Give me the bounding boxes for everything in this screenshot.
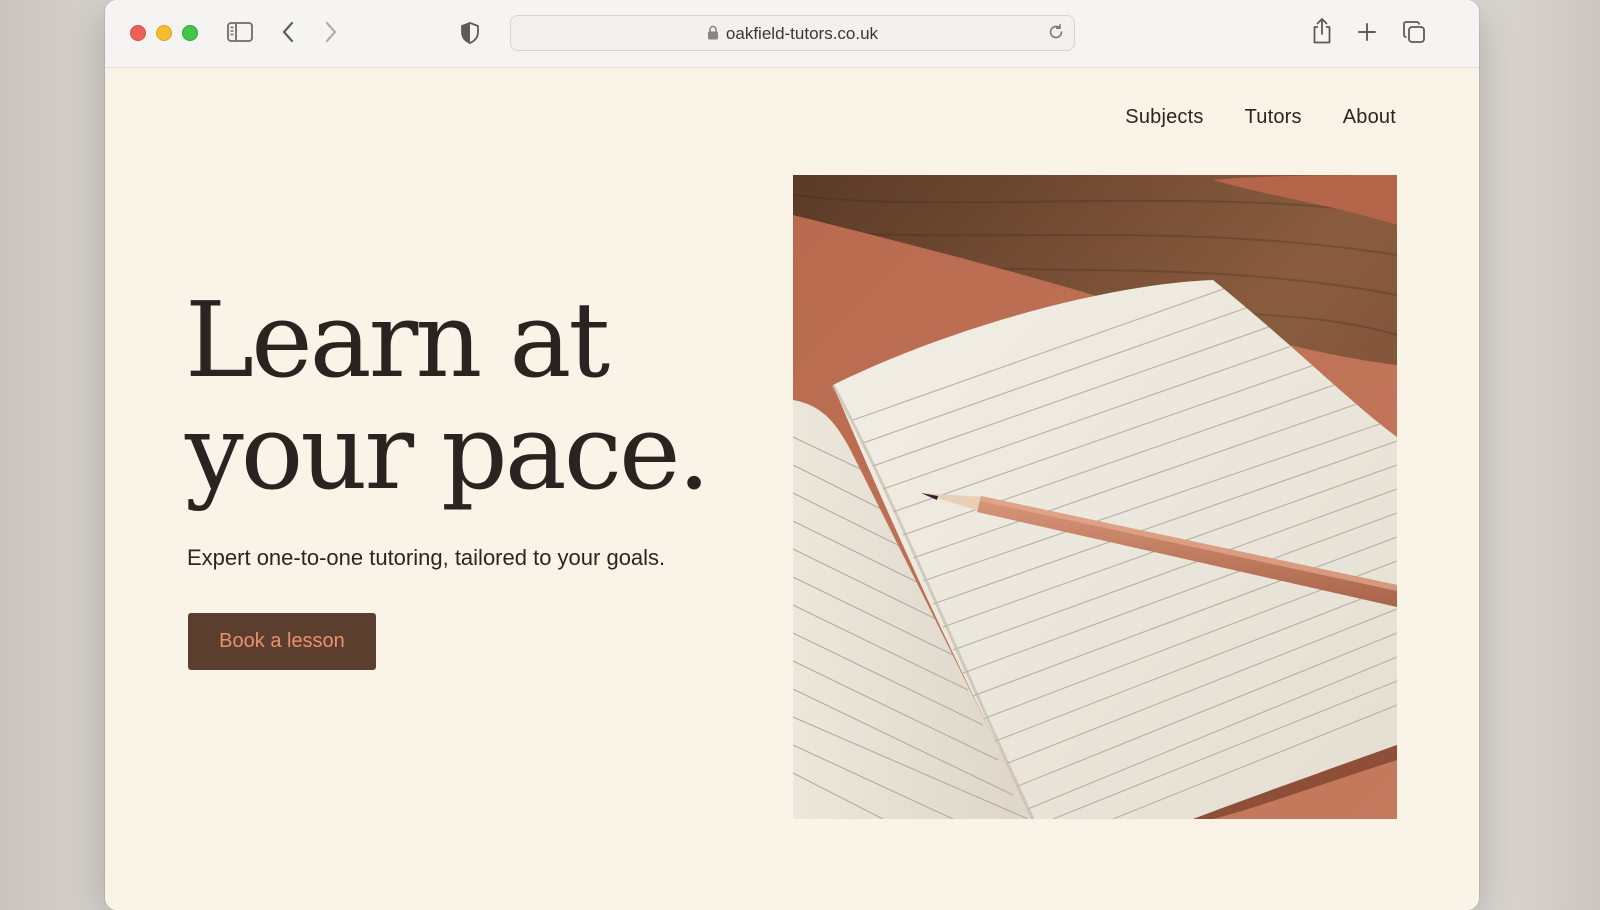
hero-headline: Learn at your pace. <box>185 279 711 513</box>
hero-subtitle: Expert one-to-one tutoring, tailored to … <box>187 545 666 570</box>
forward-icon[interactable] <box>324 21 338 43</box>
nav-item-subjects[interactable]: Subjects <box>1125 106 1203 129</box>
back-icon[interactable] <box>281 21 295 43</box>
nav-item-about[interactable]: About <box>1343 106 1396 129</box>
new-tab-icon[interactable] <box>1357 22 1377 42</box>
tabs-overview-icon[interactable] <box>1402 20 1426 44</box>
sidebar-icon[interactable] <box>227 21 253 43</box>
browser-window: oakfield-tutors.co.uk Subjects Tutors Ab… <box>105 0 1479 910</box>
close-window-button[interactable] <box>130 25 146 41</box>
nav-item-tutors[interactable]: Tutors <box>1245 106 1302 129</box>
share-icon[interactable] <box>1311 17 1333 45</box>
browser-toolbar: oakfield-tutors.co.uk <box>105 0 1479 68</box>
headline-line-2: your pace. <box>185 391 711 513</box>
maximize-window-button[interactable] <box>182 25 198 41</box>
book-lesson-button[interactable]: Book a lesson <box>188 613 376 670</box>
address-bar[interactable]: oakfield-tutors.co.uk <box>510 15 1075 51</box>
lock-icon <box>707 25 719 45</box>
url-text: oakfield-tutors.co.uk <box>725 24 879 43</box>
minimize-window-button[interactable] <box>156 25 172 41</box>
reload-icon[interactable] <box>1047 23 1065 41</box>
shield-icon[interactable] <box>459 21 481 45</box>
hero-image-notebook-pencil <box>793 175 1397 819</box>
main-nav: Subjects Tutors About <box>1125 106 1396 129</box>
headline-line-1: Learn at <box>185 279 610 401</box>
page-content: Subjects Tutors About Learn at your pace… <box>105 68 1479 910</box>
